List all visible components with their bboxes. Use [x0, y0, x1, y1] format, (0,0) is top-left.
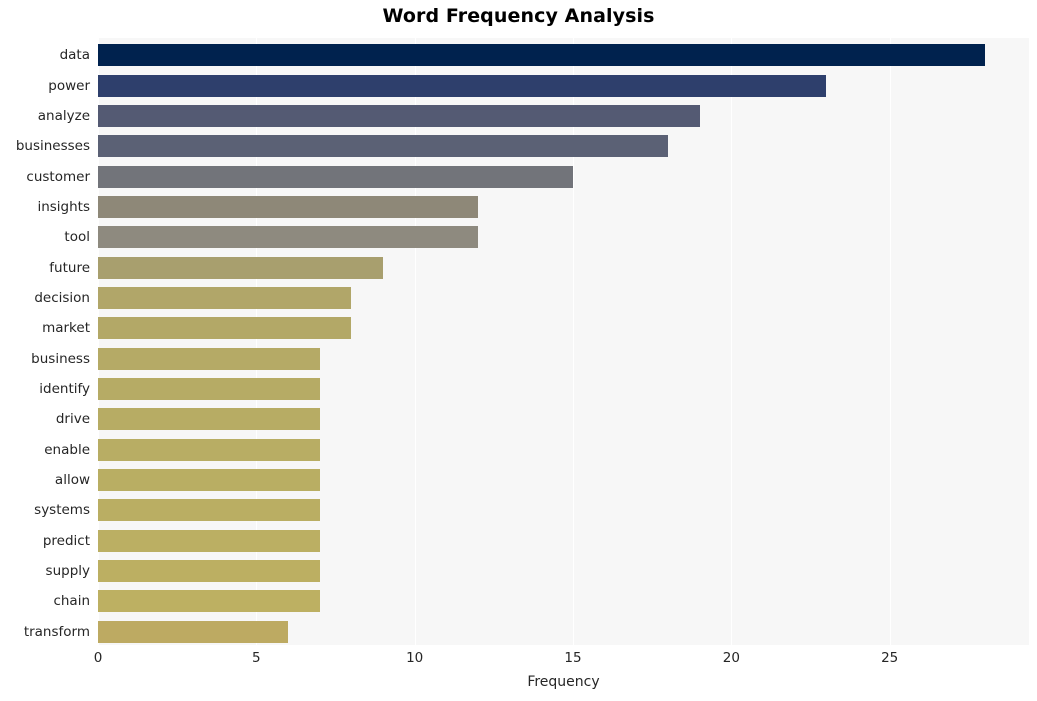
bar-row: [98, 347, 1029, 370]
y-tick-label-power: power: [48, 77, 90, 94]
bar-row: [98, 286, 1029, 309]
y-tick-label-customer: customer: [26, 168, 90, 185]
y-tick-label-systems: systems: [34, 502, 90, 519]
gridline-x-5: [256, 38, 258, 645]
bar-row: [98, 560, 1029, 583]
bar-row: [98, 74, 1029, 97]
y-tick-label-businesses: businesses: [15, 138, 90, 155]
gridline-x-10: [414, 38, 416, 645]
bar-supply: [98, 560, 320, 583]
y-tick-label-transform: transform: [23, 623, 90, 640]
bar-row: [98, 226, 1029, 249]
chart-figure: Word Frequency Analysis data power analyze…: [0, 0, 1037, 701]
x-tick-label-25: 25: [881, 650, 899, 666]
y-tick-label-future: future: [49, 259, 90, 276]
bar-analyze: [98, 104, 700, 127]
gridline-x-20: [731, 38, 733, 645]
bar-businesses: [98, 135, 668, 158]
bar-business: [98, 347, 320, 370]
chart-title: Word Frequency Analysis: [382, 5, 655, 27]
y-tick-label-drive: drive: [55, 411, 90, 428]
bar-row: [98, 408, 1029, 431]
bar-decision: [98, 286, 352, 309]
gridline-x-25: [889, 38, 891, 645]
bar-transform: [98, 620, 288, 643]
bar-row: [98, 620, 1029, 643]
x-tick-label-20: 20: [722, 650, 740, 666]
y-tick-label-insights: insights: [37, 198, 90, 215]
x-tick-label-10: 10: [406, 650, 424, 666]
gridline-x-15: [573, 38, 574, 645]
bar-market: [98, 317, 352, 340]
y-tick-label-chain: chain: [53, 593, 90, 610]
x-tick-label-15: 15: [564, 650, 582, 666]
bar-predict: [98, 529, 320, 552]
bar-systems: [98, 499, 320, 522]
y-tick-label-tool: tool: [64, 229, 90, 246]
gridline-x-0: [98, 38, 99, 645]
bar-row: [98, 195, 1029, 218]
x-tick-label-0: 0: [93, 650, 103, 666]
bar-row: [98, 135, 1029, 158]
y-tick-label-market: market: [42, 320, 90, 337]
bar-chain: [98, 590, 320, 613]
bar-row: [98, 378, 1029, 401]
y-tick-label-enable: enable: [44, 441, 90, 458]
bar-row: [98, 499, 1029, 522]
bar-identify: [98, 378, 320, 401]
bar-row: [98, 438, 1029, 461]
bar-data: [98, 44, 985, 67]
y-tick-label-analyze: analyze: [37, 107, 90, 124]
bar-drive: [98, 408, 320, 431]
y-tick-label-identify: identify: [39, 381, 90, 398]
bar-row: [98, 469, 1029, 492]
bar-row: [98, 44, 1029, 67]
y-axis: data power analyze businesses customer insigh…: [0, 38, 90, 645]
bar-insights: [98, 195, 478, 218]
bar-tool: [98, 226, 478, 249]
x-tick-label-5: 5: [252, 650, 261, 666]
bar-row: [98, 104, 1029, 127]
x-axis-title: Frequency: [527, 674, 600, 690]
bar-future: [98, 256, 383, 279]
bar-allow: [98, 469, 320, 492]
y-tick-label-data: data: [59, 47, 90, 64]
bar-row: [98, 317, 1029, 340]
y-tick-label-supply: supply: [45, 563, 90, 580]
y-tick-label-decision: decision: [34, 289, 90, 306]
bar-power: [98, 74, 827, 97]
y-tick-label-business: business: [31, 350, 90, 367]
bar-customer: [98, 165, 573, 188]
y-tick-label-allow: allow: [54, 472, 90, 489]
plot-area: [98, 38, 1029, 645]
bar-enable: [98, 438, 320, 461]
x-axis: 0 5 10 15 20 25: [0, 650, 1037, 672]
bar-row: [98, 165, 1029, 188]
bar-row: [98, 590, 1029, 613]
bar-row: [98, 256, 1029, 279]
bar-row: [98, 529, 1029, 552]
y-tick-label-predict: predict: [42, 532, 90, 549]
